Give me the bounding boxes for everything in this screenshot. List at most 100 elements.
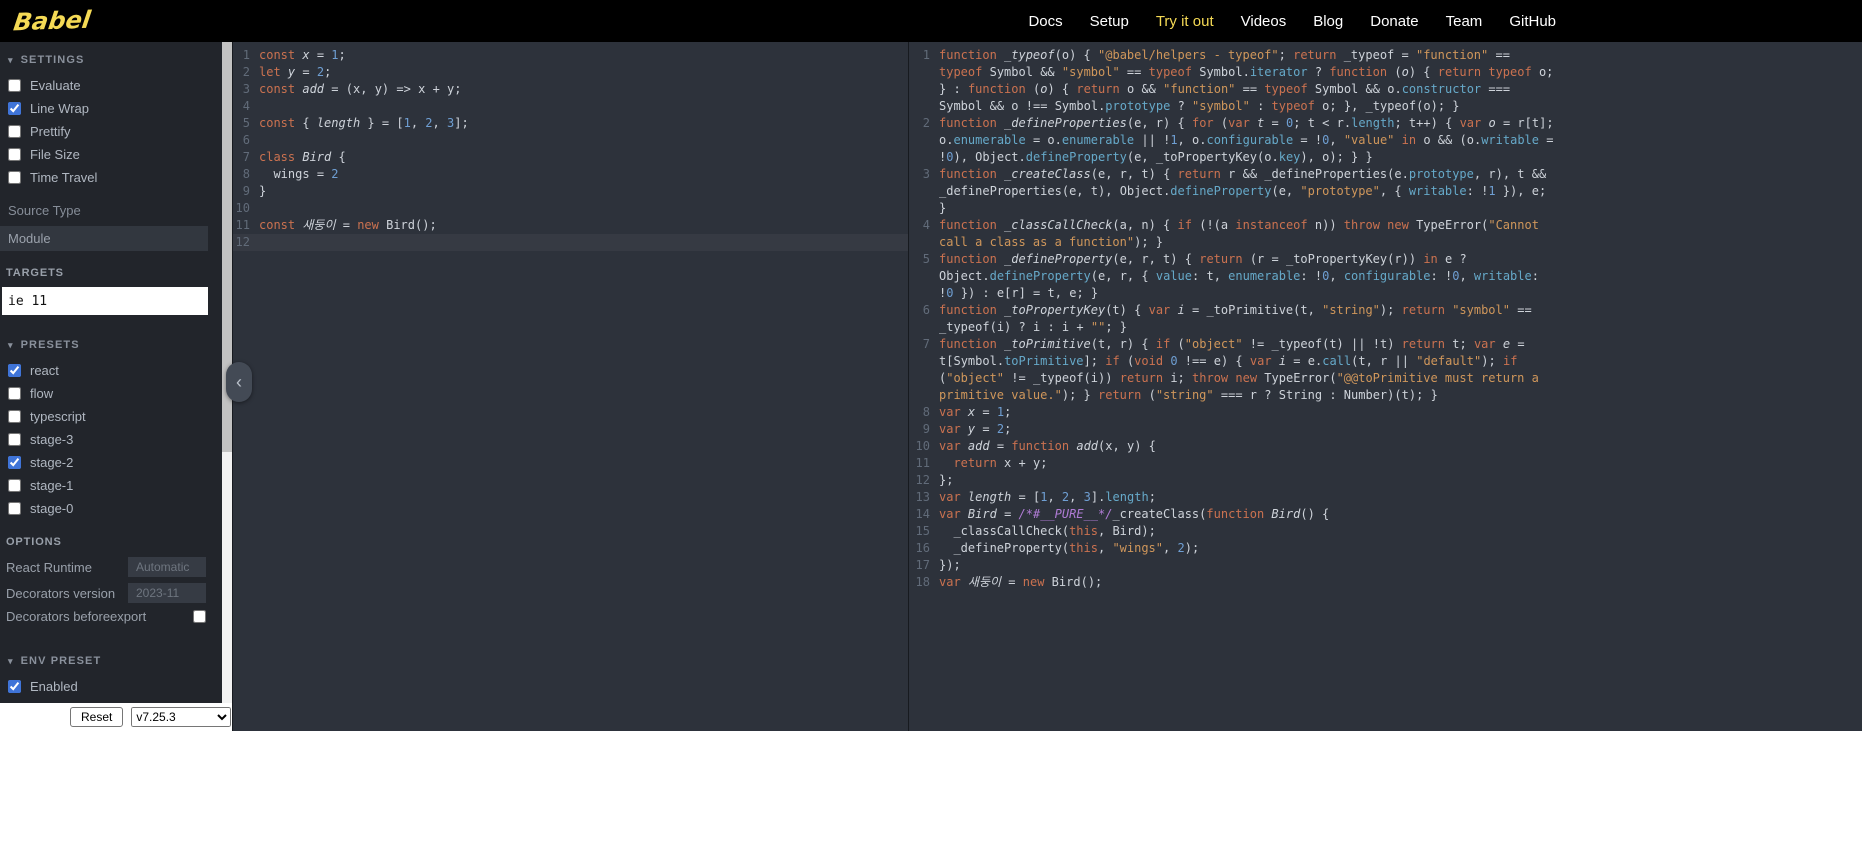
code-line-1[interactable]: 1 const x = 1;	[233, 47, 908, 64]
setting-evaluate[interactable]: Evaluate	[0, 74, 222, 97]
decorators-version-row: Decorators version 2023-11	[0, 580, 222, 606]
line-number: 6	[922, 303, 930, 317]
preset-flow-checkbox[interactable]	[8, 387, 21, 400]
code-line-5[interactable]: 5 function _defineProperty(e, r, t) { ret…	[909, 251, 1862, 302]
babel-logo[interactable]: Babel	[12, 6, 93, 37]
line-number: 4	[242, 99, 250, 113]
code-line-8[interactable]: 8 var x = 1;	[909, 404, 1862, 421]
line-content: });	[939, 558, 961, 572]
setting-evaluate-checkbox[interactable]	[8, 79, 21, 92]
code-line-6[interactable]: 6 function _toPropertyKey(t) { var i = _t…	[909, 302, 1862, 336]
decorators-before-export-checkbox[interactable]	[193, 610, 206, 623]
code-line-6[interactable]: 6	[233, 132, 908, 149]
collapse-sidebar-button[interactable]: ‹	[226, 362, 252, 402]
preset-stage-3[interactable]: stage-3	[0, 428, 222, 451]
code-line-17[interactable]: 17});	[909, 557, 1862, 574]
preset-stage-0-checkbox[interactable]	[8, 502, 21, 515]
preset-typescript[interactable]: typescript	[0, 405, 222, 428]
code-line-4[interactable]: 4	[233, 98, 908, 115]
code-line-16[interactable]: 16 _defineProperty(this, "wings", 2);	[909, 540, 1862, 557]
settings-section-header[interactable]: ▾ SETTINGS	[0, 42, 222, 74]
preset-stage-3-checkbox[interactable]	[8, 433, 21, 446]
code-line-15[interactable]: 15 _classCallCheck(this, Bird);	[909, 523, 1862, 540]
nav: Docs Setup Try it out Videos Blog Donate Team G…	[1028, 13, 1556, 30]
nav-link-blog[interactable]: Blog	[1313, 13, 1343, 30]
nav-link-team[interactable]: Team	[1446, 13, 1483, 30]
env-enabled-checkbox[interactable]	[8, 680, 21, 693]
line-content: const x = 1;	[259, 48, 346, 62]
setting-prettify[interactable]: Prettify	[0, 120, 222, 143]
checkbox-label: Enabled	[30, 679, 78, 694]
code-line-13[interactable]: 13 var length = [1, 2, 3].length;	[909, 489, 1862, 506]
code-line-10[interactable]: 10 var add = function add(x, y) {	[909, 438, 1862, 455]
nav-link-try-it-out[interactable]: Try it out	[1156, 13, 1214, 30]
preset-stage-2-checkbox[interactable]	[8, 456, 21, 469]
source-type-value: Module	[8, 231, 51, 246]
code-line-1[interactable]: 1 function _typeof(o) { "@babel/helpers -…	[909, 47, 1862, 115]
code-line-2[interactable]: 2 let y = 2;	[233, 64, 908, 81]
presets-section-header[interactable]: ▾ PRESETS	[0, 327, 222, 359]
sidebar-content: ▾ SETTINGS Evaluate Line Wrap Prettify File…	[0, 42, 222, 703]
setting-line-wrap-checkbox[interactable]	[8, 102, 21, 115]
env-enabled-row[interactable]: Enabled	[0, 675, 222, 698]
decorators-version-select[interactable]: 2023-11	[128, 583, 206, 603]
targets-input[interactable]	[2, 287, 208, 315]
setting-time-travel-checkbox[interactable]	[8, 171, 21, 184]
preset-stage-2[interactable]: stage-2	[0, 451, 222, 474]
code-line-11[interactable]: 11 const 새둥이 = new Bird();	[233, 217, 908, 234]
setting-file-size-checkbox[interactable]	[8, 148, 21, 161]
code-line-12[interactable]: 12};	[909, 472, 1862, 489]
code-line-11[interactable]: 11 return x + y;	[909, 455, 1862, 472]
code-line-10[interactable]: 10	[233, 200, 908, 217]
sidebar: ▾ SETTINGS Evaluate Line Wrap Prettify File…	[0, 42, 232, 731]
version-select[interactable]: v7.25.3	[131, 707, 232, 727]
reset-button[interactable]: Reset	[70, 707, 124, 727]
code-line-18[interactable]: 18 var 새둥이 = new Bird();	[909, 574, 1862, 591]
repl-app: ▾ SETTINGS Evaluate Line Wrap Prettify File…	[0, 42, 1862, 731]
line-content: function _defineProperties(e, r) { for (…	[939, 116, 1554, 164]
setting-line-wrap[interactable]: Line Wrap	[0, 97, 222, 120]
react-runtime-select[interactable]: Automatic	[128, 557, 206, 577]
preset-flow[interactable]: flow	[0, 382, 222, 405]
preset-react-checkbox[interactable]	[8, 364, 21, 377]
code-line-8[interactable]: 8 wings = 2	[233, 166, 908, 183]
code-line-4[interactable]: 4 function _classCallCheck(a, n) { if (!(…	[909, 217, 1862, 251]
source-type-select[interactable]: Module	[0, 226, 208, 251]
preset-stage-0[interactable]: stage-0	[0, 497, 222, 520]
setting-file-size[interactable]: File Size	[0, 143, 222, 166]
nav-link-donate[interactable]: Donate	[1370, 13, 1418, 30]
nav-link-docs[interactable]: Docs	[1028, 13, 1062, 30]
code-line-12[interactable]: 12	[233, 234, 908, 251]
nav-link-setup[interactable]: Setup	[1090, 13, 1129, 30]
code-line-3[interactable]: 3 const add = (x, y) => x + y;	[233, 81, 908, 98]
targets-label: TARGETS	[6, 267, 64, 279]
line-number: 7	[922, 337, 930, 351]
code-line-9[interactable]: 9}	[233, 183, 908, 200]
preset-typescript-checkbox[interactable]	[8, 410, 21, 423]
preset-stage-1[interactable]: stage-1	[0, 474, 222, 497]
line-number: 2	[242, 65, 250, 79]
code-line-3[interactable]: 3 function _createClass(e, r, t) { return…	[909, 166, 1862, 217]
line-number: 16	[915, 541, 930, 555]
source-editor[interactable]: 1 const x = 1; 2 let y = 2; 3 const add = (x,…	[232, 42, 908, 731]
code-line-7[interactable]: 7 function _toPrimitive(t, r) { if ("obje…	[909, 336, 1862, 404]
code-line-2[interactable]: 2 function _defineProperties(e, r) { for …	[909, 115, 1862, 166]
line-content: _classCallCheck(this, Bird);	[953, 524, 1156, 538]
decorators-before-export-row: Decorators beforeexport	[0, 606, 222, 627]
nav-link-github[interactable]: GitHub	[1509, 13, 1556, 30]
output-editor[interactable]: 1 function _typeof(o) { "@babel/helpers -…	[908, 42, 1862, 731]
code-line-14[interactable]: 14 var Bird = /*#__PURE__*/_createClass(f…	[909, 506, 1862, 523]
line-number: 3	[242, 82, 250, 96]
line-content: return x + y;	[953, 456, 1048, 470]
code-line-9[interactable]: 9 var y = 2;	[909, 421, 1862, 438]
nav-link-videos[interactable]: Videos	[1241, 13, 1287, 30]
setting-prettify-checkbox[interactable]	[8, 125, 21, 138]
code-line-7[interactable]: 7 class Bird {	[233, 149, 908, 166]
checkbox-label: Evaluate	[30, 78, 81, 93]
preset-react[interactable]: react	[0, 359, 222, 382]
checkbox-label: react	[30, 363, 59, 378]
preset-stage-1-checkbox[interactable]	[8, 479, 21, 492]
env-preset-section-header[interactable]: ▾ ENV PRESET	[0, 643, 222, 675]
code-line-5[interactable]: 5 const { length } = [1, 2, 3];	[233, 115, 908, 132]
setting-time-travel[interactable]: Time Travel	[0, 166, 222, 189]
